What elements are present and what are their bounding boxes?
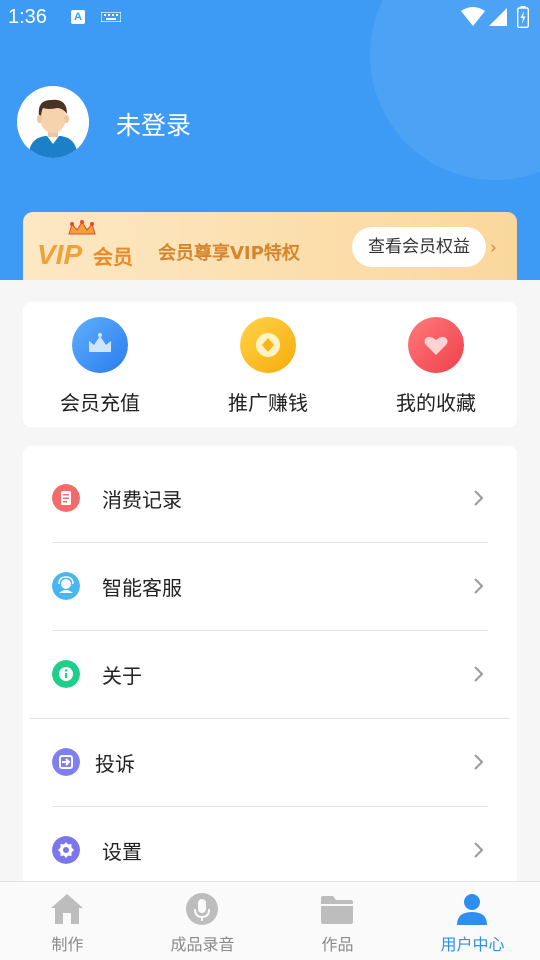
a-notification-icon: A — [71, 10, 85, 24]
avatar-icon — [17, 86, 89, 158]
quick-action-vip-recharge[interactable]: 会员充值 — [30, 317, 170, 417]
chevron-right-icon — [474, 666, 484, 682]
keyboard-icon — [101, 12, 121, 22]
avatar[interactable] — [17, 86, 89, 158]
tab-label: 用户中心 — [440, 935, 505, 954]
heart-icon — [408, 317, 464, 373]
folder-icon — [321, 896, 353, 924]
svg-text:VIP: VIP — [37, 239, 82, 270]
menu-item-complaint[interactable]: 投诉 — [23, 718, 517, 806]
chevron-right-icon: › — [490, 238, 497, 258]
info-icon — [52, 660, 80, 688]
wifi-icon — [461, 7, 485, 26]
settings-menu: 消费记录 智能客服 关于 投诉 设置 — [23, 446, 517, 886]
profile-header: 1:36 A 未登录 VIP 会员 会员尊享VIP特权 查看会员权益 › — [0, 0, 540, 280]
status-bar: 1:36 A — [0, 0, 540, 36]
view-vip-benefits-button[interactable]: 查看会员权益 — [352, 227, 486, 267]
bottom-tab-bar: 制作 成品录音 作品 用户中心 — [0, 881, 540, 960]
status-time: 1:36 — [8, 6, 47, 28]
home-icon — [51, 894, 83, 924]
tab-label: 制作 — [51, 935, 84, 954]
user-icon — [457, 894, 487, 925]
tab-works[interactable]: 作品 — [270, 882, 405, 960]
settings-icon — [52, 836, 80, 864]
menu-item-about[interactable]: 关于 — [23, 630, 517, 718]
quick-action-label: 我的收藏 — [396, 391, 476, 415]
chevron-right-icon — [474, 490, 484, 506]
tab-label: 作品 — [321, 935, 354, 954]
menu-item-smart-support[interactable]: 智能客服 — [23, 542, 517, 630]
quick-action-promote-earn[interactable]: 推广赚钱 — [198, 317, 338, 417]
menu-item-label: 设置 — [102, 840, 142, 864]
chevron-right-icon — [474, 578, 484, 594]
vip-banner[interactable]: VIP 会员 会员尊享VIP特权 查看会员权益 › — [23, 212, 517, 280]
vip-logo: VIP 会员 — [37, 220, 133, 270]
quick-actions-card: 会员充值 推广赚钱 我的收藏 — [23, 302, 517, 427]
tab-make[interactable]: 制作 — [0, 882, 135, 960]
quick-action-label: 会员充值 — [60, 391, 140, 415]
crown-icon — [72, 317, 128, 373]
quick-action-label: 推广赚钱 — [228, 391, 308, 415]
menu-item-label: 关于 — [102, 664, 142, 688]
user-name[interactable]: 未登录 — [116, 106, 191, 142]
menu-item-label: 消费记录 — [102, 488, 182, 512]
tab-label: 成品录音 — [170, 935, 235, 954]
chevron-right-icon — [474, 842, 484, 858]
battery-icon — [517, 6, 529, 28]
customer-service-icon — [52, 572, 80, 600]
quick-action-my-favorites[interactable]: 我的收藏 — [366, 317, 506, 417]
menu-item-consumption-records[interactable]: 消费记录 — [23, 454, 517, 542]
vip-slogan: 会员尊享VIP特权 — [158, 243, 300, 264]
microphone-icon — [186, 893, 218, 925]
tab-finished-recordings[interactable]: 成品录音 — [135, 882, 270, 960]
menu-item-label: 投诉 — [95, 752, 135, 776]
menu-item-label: 智能客服 — [102, 576, 182, 600]
chevron-right-icon — [474, 754, 484, 770]
coin-icon — [240, 317, 296, 373]
cell-signal-icon — [489, 8, 507, 26]
complaint-icon — [52, 748, 80, 776]
receipt-icon — [52, 484, 80, 512]
svg-text:会员: 会员 — [93, 245, 133, 269]
tab-user-center[interactable]: 用户中心 — [405, 882, 540, 960]
